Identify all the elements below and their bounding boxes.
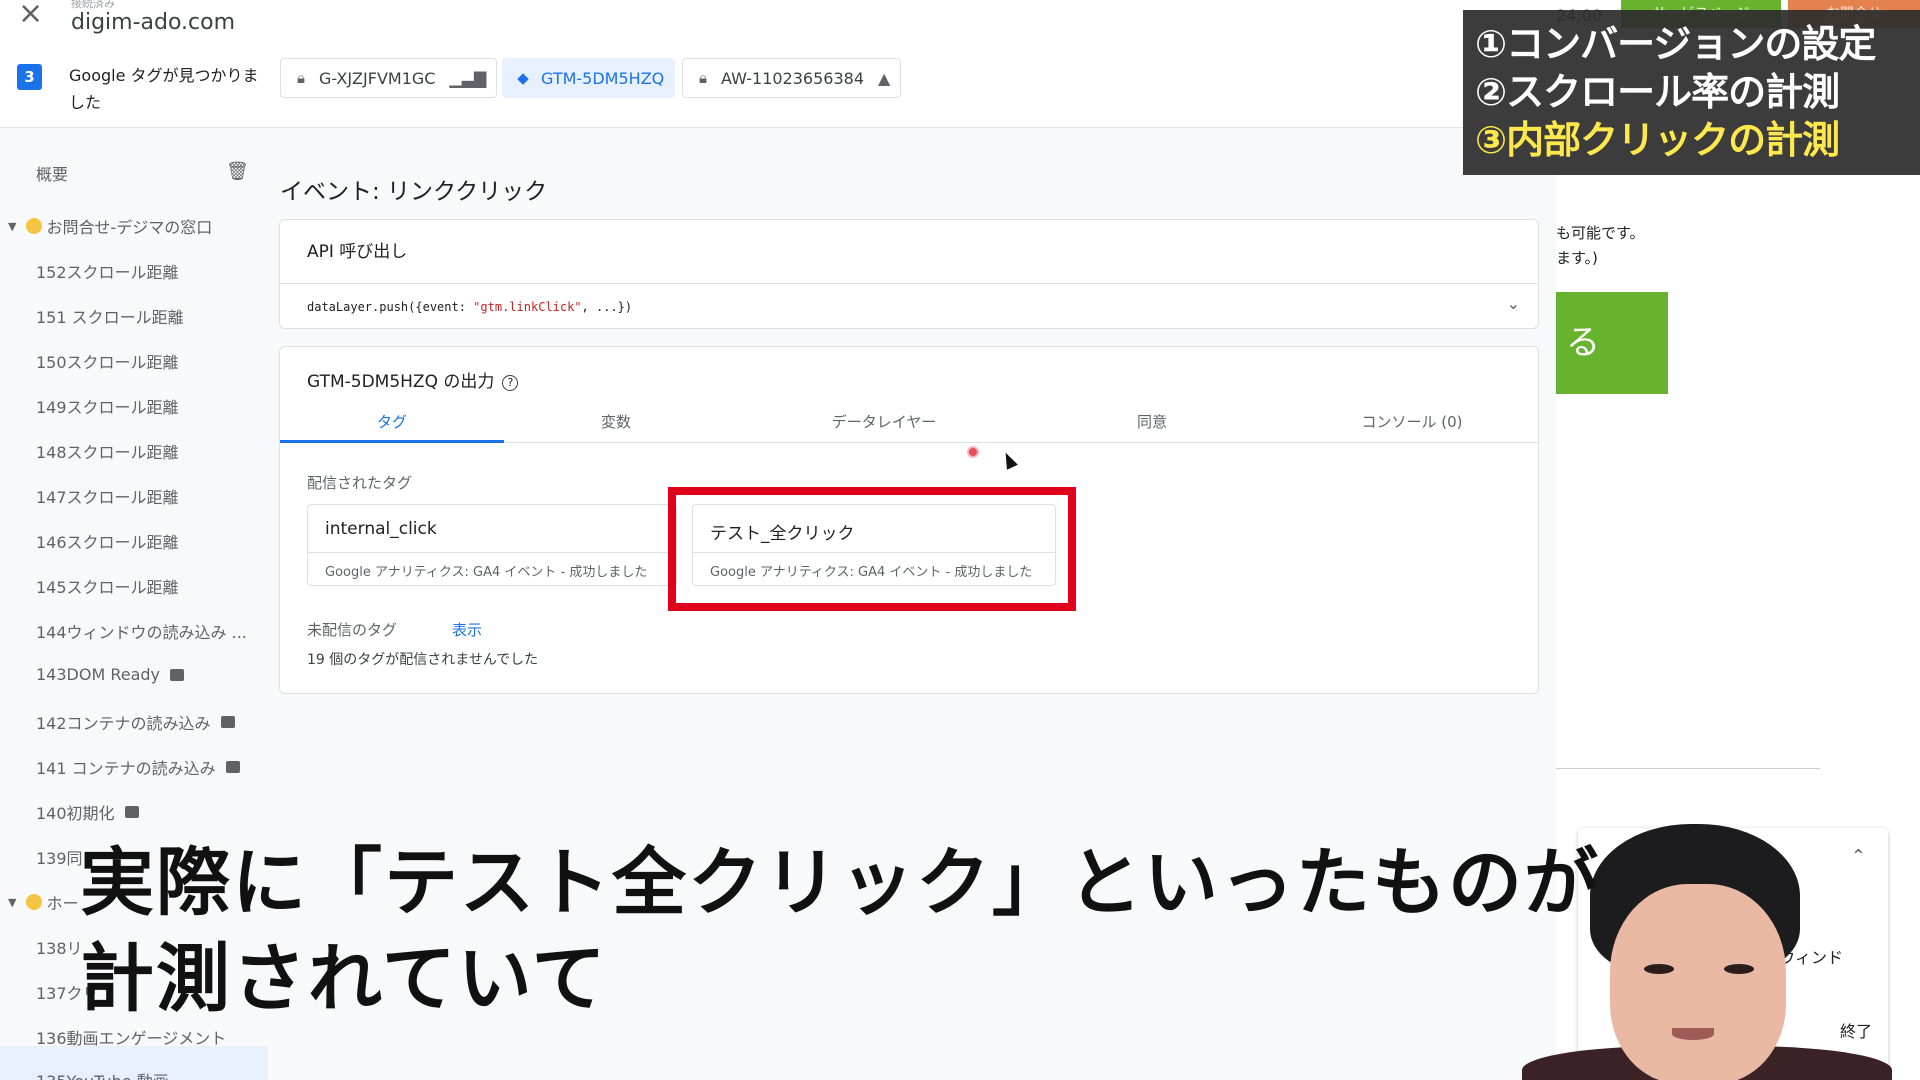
presenter-mouth xyxy=(1672,1028,1714,1040)
sidebar-event[interactable]: 147スクロール距離 xyxy=(36,484,179,508)
presenter-eye xyxy=(1724,964,1754,974)
sidebar-group-home[interactable]: ▼ ホー xyxy=(8,890,78,914)
sidebar-event[interactable]: 150スクロール距離 xyxy=(36,349,179,373)
tag-name: internal_click xyxy=(325,519,437,539)
tab-console[interactable]: コンソール (0) xyxy=(1284,411,1540,432)
chevron-down-icon[interactable]: ⌄ xyxy=(1507,294,1520,313)
sidebar-event[interactable]: 144ウィンドウの読み込み ... xyxy=(36,619,247,643)
divider xyxy=(308,552,676,553)
presenter-eye xyxy=(1644,964,1674,974)
sidebar-event[interactable]: 146スクロール距離 xyxy=(36,529,179,553)
video-subtitle: 実際に「テスト全クリック」といったものが 計測されていて xyxy=(80,835,1600,1035)
page-dot-icon xyxy=(26,894,43,910)
fired-tags-label: 配信されたタグ xyxy=(307,474,413,492)
site-text: も可能です。 xyxy=(1556,224,1645,242)
fired-tag-card[interactable]: internal_click Google アナリティクス: GA4 イベント … xyxy=(307,504,677,586)
event-type-icon xyxy=(225,761,240,773)
api-code-line: dataLayer.push({event: "gtm.linkClick", … xyxy=(307,300,633,314)
sidebar-event-selected[interactable]: 138リ xyxy=(36,935,83,959)
tag-bar: 3 Google タグが見つかりました 🔒︎ G-XJZJFVM1GC ▁▃▇ … xyxy=(0,50,1556,128)
event-type-icon xyxy=(170,668,185,681)
lock-icon: 🔒︎ xyxy=(297,69,305,87)
sidebar-event[interactable]: 152スクロール距離 xyxy=(36,259,179,283)
sidebar-event[interactable]: 142コンテナの読み込み xyxy=(36,710,235,734)
checklist-item: ①コンバージョンの設定 xyxy=(1475,22,1876,66)
bar-chart-icon: ▁▃▇ xyxy=(449,68,487,88)
divider xyxy=(1556,768,1820,769)
not-fired-label: 未配信のタグ xyxy=(307,621,398,639)
presenter-webcam xyxy=(1522,824,1892,1080)
checklist-item: ②スクロール率の計測 xyxy=(1475,70,1840,114)
expand-triangle-icon: ▼ xyxy=(8,895,17,909)
sidebar-event[interactable]: 140初期化 xyxy=(36,800,139,824)
sidebar-summary[interactable]: 概要 xyxy=(36,161,68,185)
sidebar-event[interactable]: 143DOM Ready xyxy=(36,665,185,684)
sidebar-event[interactable]: 145スクロール距離 xyxy=(36,574,179,598)
api-call-card[interactable]: API 呼び出し dataLayer.push({event: "gtm.lin… xyxy=(279,219,1539,329)
click-indicator-dot xyxy=(967,446,979,458)
tab-datalayer[interactable]: データレイヤー xyxy=(728,411,1040,432)
sidebar-event[interactable]: 141 コンテナの読み込み xyxy=(36,755,240,779)
tag-status: Google アナリティクス: GA4 イベント - 成功しました xyxy=(325,565,648,580)
presenter-face xyxy=(1610,884,1786,1080)
end-button[interactable]: 終了 xyxy=(1840,1018,1872,1042)
top-header: × 接続済み digim-ado.com xyxy=(0,0,1556,50)
tag-chip-ga4[interactable]: 🔒︎ G-XJZJFVM1GC ▁▃▇ xyxy=(280,58,498,98)
event-type-icon xyxy=(220,716,235,728)
divider xyxy=(280,283,1538,284)
sidebar-group-label: ホー xyxy=(46,894,79,913)
sidebar-group-label: お問合せ-デジマの窓口 xyxy=(46,218,213,237)
help-icon[interactable]: ? xyxy=(502,375,519,391)
event-title: イベント: リンククリック xyxy=(280,179,548,205)
site-cta-button[interactable]: る xyxy=(1556,292,1668,394)
tag-chip-ads[interactable]: 🔒︎ AW-11023656384 ▲ xyxy=(682,58,902,98)
tag-chip-gtm[interactable]: ◆ GTM-5DM5HZQ xyxy=(502,58,676,98)
tags-found-text: Google タグが見つかりました xyxy=(69,66,259,112)
sidebar-event[interactable]: 139同 xyxy=(36,845,83,869)
expand-triangle-icon: ▼ xyxy=(8,219,17,233)
tab-tags[interactable]: タグ xyxy=(280,411,504,432)
collapse-chevron-icon[interactable]: ⌃ xyxy=(1851,846,1866,867)
show-not-fired-link[interactable]: 表示 xyxy=(452,619,482,640)
tab-variables[interactable]: 変数 xyxy=(504,411,728,432)
video-checklist-overlay: ①コンバージョンの設定 ②スクロール率の計測 ③内部クリックの計測 xyxy=(1463,10,1920,175)
tag-chip-label: G-XJZJFVM1GC xyxy=(319,68,436,88)
gtm-diamond-icon: ◆ xyxy=(517,69,529,87)
tag-chip-label: AW-11023656384 xyxy=(721,68,864,88)
tag-count-badge: 3 xyxy=(17,64,42,90)
event-type-icon xyxy=(124,806,139,818)
output-tabs: タグ 変数 データレイヤー 同意 コンソール (0) xyxy=(280,399,1538,443)
subtitle-line: 計測されていて xyxy=(80,936,608,1022)
clear-icon[interactable]: 🗑︎ xyxy=(226,161,249,182)
api-card-title: API 呼び出し xyxy=(307,242,408,262)
checklist-item-active: ③内部クリックの計測 xyxy=(1475,118,1840,162)
output-title: GTM-5DM5HZQ の出力? xyxy=(307,367,519,392)
tab-consent[interactable]: 同意 xyxy=(1040,411,1264,432)
sidebar-group-contact[interactable]: ▼ お問合せ-デジマの窓口 xyxy=(8,214,212,238)
ads-icon: ▲ xyxy=(878,68,891,88)
lock-icon: 🔒︎ xyxy=(699,69,707,87)
active-tab-indicator xyxy=(280,440,504,443)
site-text: ます。) xyxy=(1556,249,1598,267)
connected-domain: digim-ado.com xyxy=(71,10,236,35)
subtitle-line: 実際に「テスト全クリック」といったものが xyxy=(80,840,1600,926)
sidebar-event[interactable]: 148スクロール距離 xyxy=(36,439,179,463)
highlight-box xyxy=(668,487,1076,611)
sidebar-event[interactable]: 151 スクロール距離 xyxy=(36,304,184,328)
sidebar-event[interactable]: 149スクロール距離 xyxy=(36,394,179,418)
page-dot-icon xyxy=(26,218,43,234)
tag-chip-label: GTM-5DM5HZQ xyxy=(541,68,665,88)
sidebar-event[interactable]: 135YouTube 動画 xyxy=(36,1068,169,1080)
not-fired-count: 19 個のタグが配信されませんでした xyxy=(307,652,539,668)
close-icon[interactable]: × xyxy=(18,0,43,29)
